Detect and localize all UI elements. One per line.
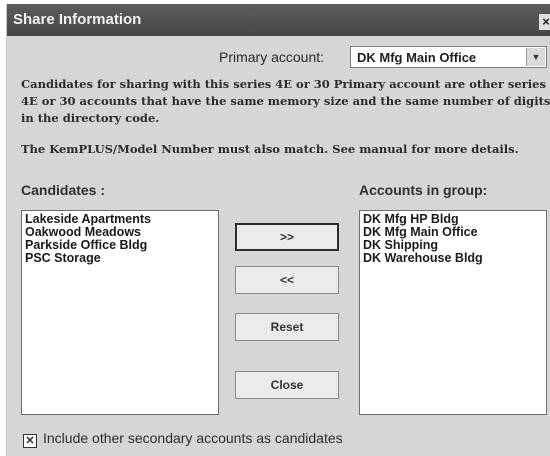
- list-item[interactable]: DK Warehouse Bldg: [363, 252, 543, 265]
- include-secondary-option[interactable]: ✕ Include other secondary accounts as can…: [23, 430, 343, 448]
- model-number-note: The KemPLUS/Model Number must also match…: [21, 142, 519, 156]
- candidates-description: Candidates for sharing with this series …: [21, 77, 550, 125]
- dropdown-arrow-icon[interactable]: ▼: [526, 48, 545, 66]
- remove-from-group-button[interactable]: <<: [235, 266, 339, 294]
- share-information-dialog: Share Information × Primary account: DK …: [6, 4, 550, 456]
- title-bar: Share Information ×: [7, 4, 550, 36]
- candidates-list[interactable]: Lakeside Apartments Oakwood Meadows Park…: [21, 210, 219, 415]
- primary-account-value: DK Mfg Main Office: [357, 50, 477, 65]
- close-icon[interactable]: ×: [539, 14, 550, 30]
- dialog-title: Share Information: [13, 11, 142, 28]
- close-button[interactable]: Close: [235, 371, 339, 399]
- accounts-in-group-list[interactable]: DK Mfg HP Bldg DK Mfg Main Office DK Shi…: [359, 210, 547, 415]
- candidates-label: Candidates :: [21, 182, 106, 198]
- reset-button[interactable]: Reset: [235, 313, 339, 341]
- include-secondary-checkbox[interactable]: ✕: [23, 434, 37, 448]
- accounts-in-group-label: Accounts in group:: [359, 182, 488, 198]
- add-to-group-button[interactable]: >>: [235, 223, 339, 251]
- primary-account-select[interactable]: DK Mfg Main Office ▼: [350, 46, 547, 68]
- primary-account-label: Primary account:: [219, 49, 325, 65]
- include-secondary-label: Include other secondary accounts as cand…: [43, 430, 343, 446]
- list-item[interactable]: PSC Storage: [25, 252, 215, 265]
